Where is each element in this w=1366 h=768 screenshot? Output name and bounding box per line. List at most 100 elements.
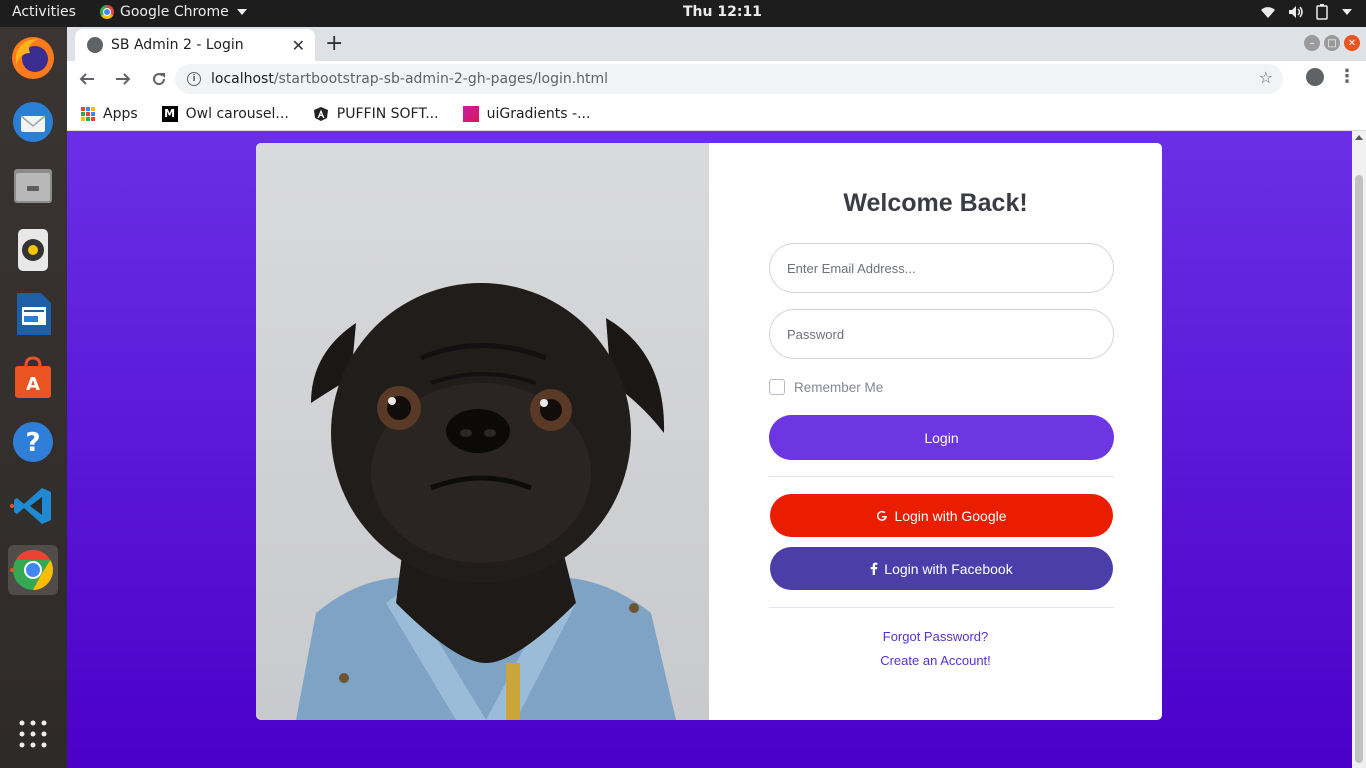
reload-icon xyxy=(153,73,166,86)
bookmark-star-icon[interactable]: ☆ xyxy=(1259,68,1273,87)
login-with-google-button[interactable]: Login with Google xyxy=(770,494,1113,537)
browser-window: SB Admin 2 - Login ✕ + – □ ✕ i localhost… xyxy=(67,27,1366,768)
menu-icon[interactable]: ⋮ xyxy=(1338,66,1356,87)
bookmark-label: uiGradients -... xyxy=(486,105,591,122)
app-menu[interactable]: Google Chrome xyxy=(100,4,247,20)
tab-title: SB Admin 2 - Login xyxy=(111,37,244,53)
login-button[interactable]: Login xyxy=(769,415,1114,460)
pug-in-denim-jacket-image xyxy=(296,283,676,720)
thunderbird-icon xyxy=(13,102,53,142)
running-indicator xyxy=(10,504,14,508)
bookmark-owl-carousel[interactable]: M Owl carousel... xyxy=(161,105,289,122)
facebook-icon xyxy=(870,562,878,575)
google-icon xyxy=(877,510,888,521)
dock-help[interactable]: ? xyxy=(8,417,58,467)
toolbar-right: ⋮ xyxy=(1306,66,1356,87)
battery-icon xyxy=(1316,4,1328,20)
bookmark-label: PUFFIN SOFT... xyxy=(336,105,439,122)
facebook-button-label: Login with Facebook xyxy=(884,560,1013,577)
svg-text:A: A xyxy=(26,374,40,395)
rhythmbox-icon xyxy=(18,229,48,271)
login-card: Welcome Back! Remember Me Login Login wi… xyxy=(256,143,1162,720)
chrome-icon xyxy=(13,550,53,590)
dock-chrome[interactable] xyxy=(8,545,58,595)
close-tab-icon[interactable]: ✕ xyxy=(292,36,305,55)
remember-me-checkbox[interactable]: Remember Me xyxy=(769,379,883,395)
globe-icon xyxy=(87,37,103,53)
show-applications-icon xyxy=(19,720,47,748)
bookmark-apps[interactable]: Apps xyxy=(81,106,138,122)
dock: A ? xyxy=(0,27,67,768)
page-title: Welcome Back! xyxy=(843,189,1028,217)
dog-photo xyxy=(256,143,709,720)
bookmark-puffin-soft[interactable]: PUFFIN SOFT... xyxy=(313,106,439,122)
clock[interactable]: Thu 12:11 xyxy=(683,4,762,20)
bookmark-uigradients[interactable]: uiGradients -... xyxy=(462,105,591,122)
window-controls: – □ ✕ xyxy=(1304,35,1360,51)
tab-strip: SB Admin 2 - Login ✕ + – □ ✕ xyxy=(67,27,1366,61)
system-menu-icon xyxy=(1342,9,1352,15)
chevron-down-icon xyxy=(236,9,247,15)
medium-icon: M xyxy=(161,105,178,122)
tab-active[interactable]: SB Admin 2 - Login ✕ xyxy=(75,29,315,61)
profile-icon[interactable] xyxy=(1306,67,1324,86)
software-store-icon: A xyxy=(15,356,51,398)
running-indicator xyxy=(10,568,14,572)
url-host: localhost xyxy=(211,71,274,87)
activities-button[interactable]: Activities xyxy=(12,4,76,20)
apps-grid-icon xyxy=(81,106,95,121)
app-menu-label: Google Chrome xyxy=(120,4,229,20)
page-scrollbar[interactable] xyxy=(1352,131,1366,768)
login-with-facebook-button[interactable]: Login with Facebook xyxy=(770,547,1113,590)
reload-button[interactable] xyxy=(143,63,175,95)
dock-files[interactable] xyxy=(8,161,58,211)
scroll-up-icon[interactable] xyxy=(1355,135,1363,140)
dock-vscode[interactable] xyxy=(8,481,58,531)
help-icon: ? xyxy=(13,422,53,462)
dock-rhythmbox[interactable] xyxy=(8,225,58,275)
svg-text:?: ? xyxy=(25,428,40,458)
address-bar[interactable]: i localhost/startbootstrap-sb-admin-2-gh… xyxy=(175,64,1283,94)
vscode-icon xyxy=(14,488,51,524)
uigradients-icon xyxy=(462,105,479,122)
close-window-button[interactable]: ✕ xyxy=(1344,35,1360,51)
page-viewport: Welcome Back! Remember Me Login Login wi… xyxy=(67,131,1352,768)
email-field[interactable] xyxy=(769,243,1114,293)
chrome-icon xyxy=(100,5,114,19)
dock-firefox[interactable] xyxy=(8,33,58,83)
writer-icon xyxy=(17,293,51,335)
forward-button[interactable] xyxy=(107,63,139,95)
files-icon xyxy=(14,169,52,203)
forgot-password-link[interactable]: Forgot Password? xyxy=(709,629,1162,644)
login-button-label: Login xyxy=(924,429,959,446)
divider xyxy=(769,476,1114,477)
maximize-button[interactable]: □ xyxy=(1324,35,1340,51)
dock-software[interactable]: A xyxy=(8,353,58,403)
forward-arrow-icon xyxy=(116,73,131,85)
scrollbar-thumb[interactable] xyxy=(1355,175,1363,763)
dock-show-applications[interactable] xyxy=(8,709,58,759)
bookmark-label: Owl carousel... xyxy=(185,105,289,122)
system-tray[interactable] xyxy=(1260,4,1352,20)
create-account-link[interactable]: Create an Account! xyxy=(709,653,1162,668)
angular-icon xyxy=(313,106,328,121)
system-top-bar: Activities Google Chrome Thu 12:11 xyxy=(0,0,1366,27)
checkbox-box[interactable] xyxy=(769,379,785,395)
back-button[interactable] xyxy=(71,63,103,95)
browser-toolbar: i localhost/startbootstrap-sb-admin-2-gh… xyxy=(67,61,1366,97)
remember-me-label: Remember Me xyxy=(794,379,884,395)
back-arrow-icon xyxy=(79,73,94,85)
minimize-button[interactable]: – xyxy=(1304,35,1320,51)
bookmark-label: Apps xyxy=(103,105,138,122)
url-path: /startbootstrap-sb-admin-2-gh-pages/logi… xyxy=(273,71,609,87)
volume-icon xyxy=(1289,6,1303,18)
google-button-label: Login with Google xyxy=(894,507,1007,524)
bookmarks-bar: Apps M Owl carousel... PUFFIN SOFT... ui… xyxy=(67,97,1366,131)
firefox-icon xyxy=(12,37,54,79)
dock-thunderbird[interactable] xyxy=(8,97,58,147)
info-icon[interactable]: i xyxy=(187,72,201,86)
new-tab-button[interactable]: + xyxy=(325,31,343,56)
password-field[interactable] xyxy=(769,309,1114,359)
dock-writer[interactable] xyxy=(8,289,58,339)
wifi-icon xyxy=(1261,7,1275,18)
